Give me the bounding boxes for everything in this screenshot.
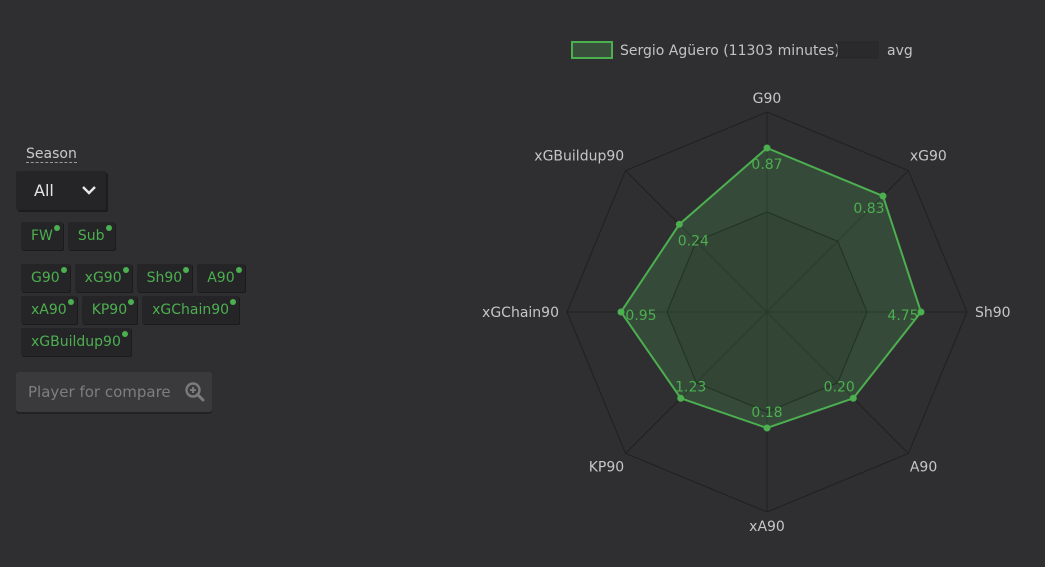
filter-chip-xgbuildup90[interactable]: xGBuildup90 <box>21 328 131 356</box>
legend-label-avg[interactable]: avg <box>887 43 913 59</box>
chip-label: G90 <box>31 270 60 286</box>
legend-swatch-player[interactable] <box>571 41 613 59</box>
data-point-xgchain90[interactable] <box>617 308 625 316</box>
active-indicator-dot <box>128 299 135 305</box>
chart-legend: Sergio Agüero (11303 minutes) avg <box>571 41 913 59</box>
axis-label-kp90: KP90 <box>589 459 624 475</box>
legend-swatch-avg[interactable] <box>837 41 879 59</box>
radar-axis-labels: G90 xG90 Sh90 A90 xA90 KP90 xGChain90 xGBuildup… <box>482 91 1011 535</box>
player-compare-input[interactable] <box>26 382 185 402</box>
grid-ring-2 <box>566 111 968 513</box>
filter-chip-fw[interactable]: FW <box>21 222 63 250</box>
legend-label-player[interactable]: Sergio Agüero (11303 minutes) <box>620 43 840 59</box>
season-label: Season <box>26 146 77 163</box>
active-indicator-dot <box>60 267 67 273</box>
grid-ring-1 <box>666 211 868 413</box>
filter-chip-xg90[interactable]: xG90 <box>74 264 132 292</box>
grid-spoke <box>625 170 768 313</box>
data-point-g90[interactable] <box>763 144 771 152</box>
data-point-xg90[interactable] <box>879 192 887 200</box>
data-label-xg90: 0.83 <box>853 201 884 217</box>
chip-row: xA90 KP90 xGChain90 <box>21 296 245 324</box>
filter-chip-xgchain90[interactable]: xGChain90 <box>142 296 240 324</box>
metric-filter-chips: G90 xG90 Sh90 A90 xA90 KP90 xGChain90 xGBuildup… <box>21 264 245 360</box>
data-label-xa90: 0.18 <box>751 405 782 421</box>
radar-grid <box>566 111 968 513</box>
data-point-xa90[interactable] <box>763 424 771 432</box>
active-indicator-dot <box>230 299 237 305</box>
axis-label-xa90: xA90 <box>749 519 785 535</box>
filter-chip-sh90[interactable]: Sh90 <box>136 264 193 292</box>
zoom-in-search-icon[interactable] <box>184 381 206 403</box>
active-indicator-dot <box>122 267 129 273</box>
chip-label: xG90 <box>84 270 122 286</box>
data-label-g90: 0.87 <box>751 157 782 173</box>
active-indicator-dot <box>67 299 74 305</box>
chevron-down-icon <box>82 186 96 195</box>
chip-label: Sh90 <box>146 270 183 286</box>
chip-label: FW <box>31 228 53 244</box>
chip-label: xA90 <box>31 302 67 318</box>
active-indicator-dot <box>105 225 112 231</box>
chip-label: A90 <box>207 270 235 286</box>
season-selected-value: All <box>34 181 54 200</box>
active-indicator-dot <box>53 225 60 231</box>
filter-chip-kp90[interactable]: KP90 <box>81 296 138 324</box>
data-label-xgchain90: 0.95 <box>625 308 656 324</box>
axis-label-xgchain90: xGChain90 <box>482 305 559 321</box>
data-label-kp90: 1.23 <box>675 379 706 395</box>
data-point-a90[interactable] <box>849 394 857 402</box>
filter-chip-a90[interactable]: A90 <box>197 264 245 292</box>
axis-label-g90: G90 <box>753 91 782 107</box>
data-point-kp90[interactable] <box>677 394 685 402</box>
player-area <box>619 146 923 430</box>
active-indicator-dot <box>183 267 190 273</box>
data-label-sh90: 4.75 <box>887 308 918 324</box>
filter-chip-sub[interactable]: Sub <box>67 222 115 250</box>
radar-series: 0.87 0.83 4.75 0.20 0.18 1.23 0.95 0.24 <box>617 144 925 432</box>
axis-label-xgbuildup90: xGBuildup90 <box>534 149 624 165</box>
axis-label-sh90: Sh90 <box>975 305 1011 321</box>
grid-spoke <box>766 170 909 313</box>
filter-chip-g90[interactable]: G90 <box>21 264 70 292</box>
chip-row: xGBuildup90 <box>21 328 245 356</box>
chip-row: FW Sub <box>21 222 115 250</box>
grid-spoke <box>625 311 768 454</box>
filter-chip-xa90[interactable]: xA90 <box>21 296 77 324</box>
season-select[interactable]: All <box>16 171 106 210</box>
grid-spoke <box>766 311 909 454</box>
chip-label: xGBuildup90 <box>31 334 121 350</box>
avg-area <box>666 211 868 413</box>
active-indicator-dot <box>121 331 128 337</box>
axis-label-a90: A90 <box>910 459 937 475</box>
chip-row: G90 xG90 Sh90 A90 <box>21 264 245 292</box>
chip-label: xGChain90 <box>152 302 230 318</box>
player-compare-search[interactable] <box>16 372 212 412</box>
data-label-xgbuildup90: 0.24 <box>678 233 709 249</box>
position-filter-chips: FW Sub <box>21 222 115 254</box>
data-point-xgbuildup90[interactable] <box>675 220 683 228</box>
active-indicator-dot <box>235 267 242 273</box>
data-label-a90: 0.20 <box>824 379 855 395</box>
axis-label-xg90: xG90 <box>910 149 947 165</box>
data-point-sh90[interactable] <box>917 308 925 316</box>
chip-label: KP90 <box>91 302 128 318</box>
chip-label: Sub <box>77 228 105 244</box>
